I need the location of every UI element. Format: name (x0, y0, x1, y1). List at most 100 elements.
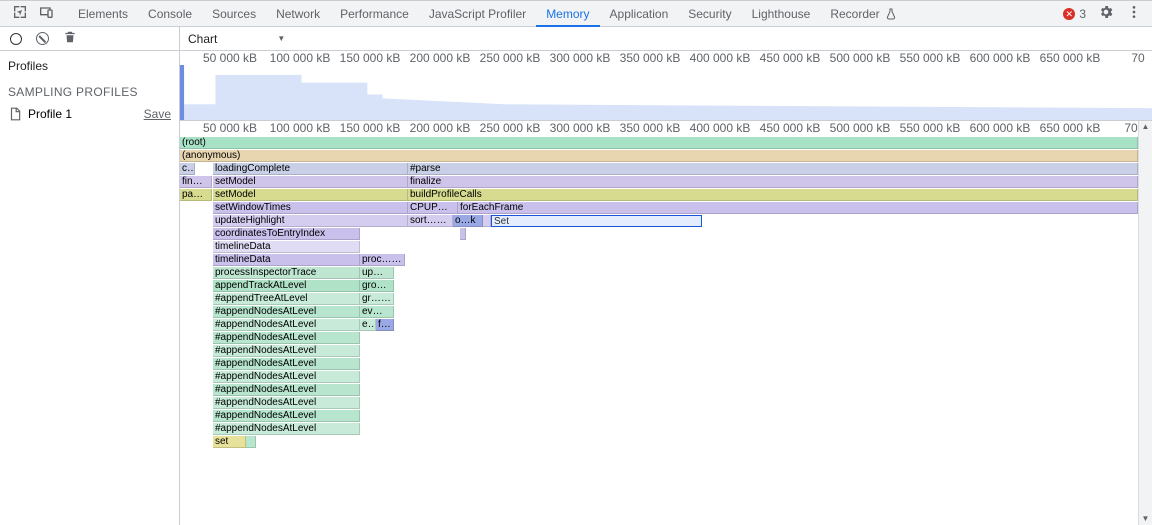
settings-gear-icon[interactable] (1098, 4, 1114, 23)
sidebar-heading: Profiles (0, 51, 179, 75)
flame-bar[interactable]: #appendNodesAtLevel (213, 371, 360, 383)
flame-bar[interactable]: up…up (360, 267, 394, 279)
view-selector[interactable]: Chart ▼ (180, 32, 285, 46)
tab-performance[interactable]: Performance (330, 1, 419, 27)
flame-bar[interactable]: #appendNodesAtLevel (213, 397, 360, 409)
flame-row: #appendNodesAtLevel (180, 384, 1152, 397)
flame-bar[interactable]: sort…ples (408, 215, 453, 227)
axis-tick: 650 000 kB (1040, 51, 1101, 65)
flame-bar[interactable]: setWindowTimes (213, 202, 408, 214)
flame-bar[interactable]: gro…ts (360, 280, 394, 292)
flame-bar[interactable]: timelineData (213, 254, 360, 266)
axis-tick: 400 000 kB (690, 121, 751, 135)
axis-tick: 150 000 kB (340, 51, 401, 65)
flame-row: close loadingComplete#parse (180, 163, 1152, 176)
tab-security[interactable]: Security (678, 1, 741, 27)
axis-tick: 500 000 kB (830, 51, 891, 65)
flame-bar[interactable]: e… (360, 319, 376, 331)
error-badge[interactable]: ✕ 3 (1063, 7, 1086, 21)
flame-bar[interactable]: #appendNodesAtLevel (213, 306, 360, 318)
more-menu-icon[interactable] (1126, 4, 1142, 23)
flame-bar[interactable]: timelineData (213, 241, 360, 253)
flame-row: coordinatesToEntryIndex (180, 228, 1152, 241)
flame-bar[interactable]: processInspectorTrace (213, 267, 360, 279)
flame-bar[interactable]: finalize (408, 176, 1138, 188)
tab-javascript-profiler[interactable]: JavaScript Profiler (419, 1, 536, 27)
tab-console[interactable]: Console (138, 1, 202, 27)
flame-bar[interactable]: forEachFrame (458, 202, 1138, 214)
overview-strip[interactable]: 50 000 kB100 000 kB150 000 kB200 000 kB2… (180, 51, 1152, 121)
flame-row: updateHighlightsort…pleso…k Set (180, 215, 1152, 228)
flame-bar[interactable]: pa…at (180, 189, 212, 201)
tab-memory[interactable]: Memory (536, 1, 599, 27)
axis-tick: 500 000 kB (830, 121, 891, 135)
flame-bar[interactable]: coordinatesToEntryIndex (213, 228, 360, 240)
flame-bar[interactable]: loadingComplete (213, 163, 408, 175)
profile-item[interactable]: Profile 1 Save (0, 103, 179, 125)
clear-button[interactable] (36, 32, 49, 45)
tab-application[interactable]: Application (600, 1, 679, 27)
flame-bar[interactable]: #appendNodesAtLevel (213, 332, 360, 344)
flame-bar[interactable]: CPUP…del (408, 202, 458, 214)
chevron-down-icon: ▼ (277, 34, 285, 43)
flame-bar[interactable]: #appendNodesAtLevel (213, 345, 360, 357)
flame-scrollbar[interactable]: ▲ ▼ (1138, 121, 1152, 525)
flame-bar[interactable]: #appendNodesAtLevel (213, 423, 360, 435)
flame-bar[interactable]: #appendNodesAtLevel (213, 410, 360, 422)
flame-row: #appendNodesAtLevel (180, 332, 1152, 345)
flame-bar[interactable]: (anonymous) (180, 150, 1138, 162)
flame-bar[interactable]: proc…ata (360, 254, 405, 266)
tab-sources[interactable]: Sources (202, 1, 266, 27)
flame-bar[interactable] (246, 436, 256, 448)
inspect-icon[interactable] (12, 4, 28, 23)
flame-bar[interactable]: setModel (213, 189, 408, 201)
flame-bar[interactable]: close (180, 163, 195, 175)
tab-elements[interactable]: Elements (68, 1, 138, 27)
axis-tick: 450 000 kB (760, 121, 821, 135)
flame-bar[interactable]: fin…ce (180, 176, 212, 188)
flame-bar[interactable]: updateHighlight (213, 215, 408, 227)
flame-bar[interactable]: f…r (376, 319, 394, 331)
flame-row: timelineData (180, 241, 1152, 254)
flame-row: #appendNodesAtLevel (180, 345, 1152, 358)
flame-bar[interactable]: setModel (213, 176, 408, 188)
flame-chart-area[interactable]: 50 000 kB100 000 kB150 000 kB200 000 kB2… (180, 51, 1152, 525)
profile-save-link[interactable]: Save (144, 107, 171, 121)
flame-bar[interactable]: appendTrackAtLevel (213, 280, 360, 292)
delete-button[interactable] (63, 30, 77, 47)
flame-bar[interactable]: #appendNodesAtLevel (213, 358, 360, 370)
flame-row: #appendNodesAtLevelev…ew (180, 306, 1152, 319)
flame-bar[interactable]: ev…ew (360, 306, 394, 318)
flame-bar[interactable]: gr…ew (360, 293, 394, 305)
axis-tick: 600 000 kB (970, 121, 1031, 135)
axis-tick: 550 000 kB (900, 121, 961, 135)
flame-row: set (180, 436, 1152, 449)
scroll-down-icon[interactable]: ▼ (1139, 513, 1152, 525)
profile-file-icon (8, 107, 22, 121)
flame-row: appendTrackAtLevelgro…ts (180, 280, 1152, 293)
flame-bar[interactable]: (root) (180, 137, 1138, 149)
flame-bar[interactable]: #appendNodesAtLevel (213, 384, 360, 396)
flame-row: processInspectorTraceup…up (180, 267, 1152, 280)
flame-selection[interactable]: Set (491, 215, 702, 227)
axis-tick: 70 (1131, 51, 1144, 65)
flame-row: #appendNodesAtLevel (180, 358, 1152, 371)
tab-network[interactable]: Network (266, 1, 330, 27)
tab-lighthouse[interactable]: Lighthouse (742, 1, 821, 27)
flame-bar[interactable]: #appendTreeAtLevel (213, 293, 360, 305)
axis-tick: 200 000 kB (410, 121, 471, 135)
flame-bar[interactable]: set (213, 436, 246, 448)
scroll-up-icon[interactable]: ▲ (1139, 121, 1152, 133)
flame-bar[interactable]: o…k (453, 215, 483, 227)
sidebar-group-heading: SAMPLING PROFILES (0, 75, 179, 103)
flame-row: #appendNodesAtLevel (180, 371, 1152, 384)
flame-bar[interactable]: buildProfileCalls (408, 189, 1138, 201)
tab-recorder[interactable]: Recorder (820, 1, 907, 27)
device-toggle-icon[interactable] (38, 4, 54, 23)
flame-bar[interactable] (460, 228, 466, 240)
flame-bar[interactable] (483, 215, 491, 227)
axis-tick: 350 000 kB (620, 51, 681, 65)
flame-bar[interactable]: #appendNodesAtLevel (213, 319, 360, 331)
flame-bar[interactable]: #parse (408, 163, 1138, 175)
record-button[interactable] (10, 33, 22, 45)
